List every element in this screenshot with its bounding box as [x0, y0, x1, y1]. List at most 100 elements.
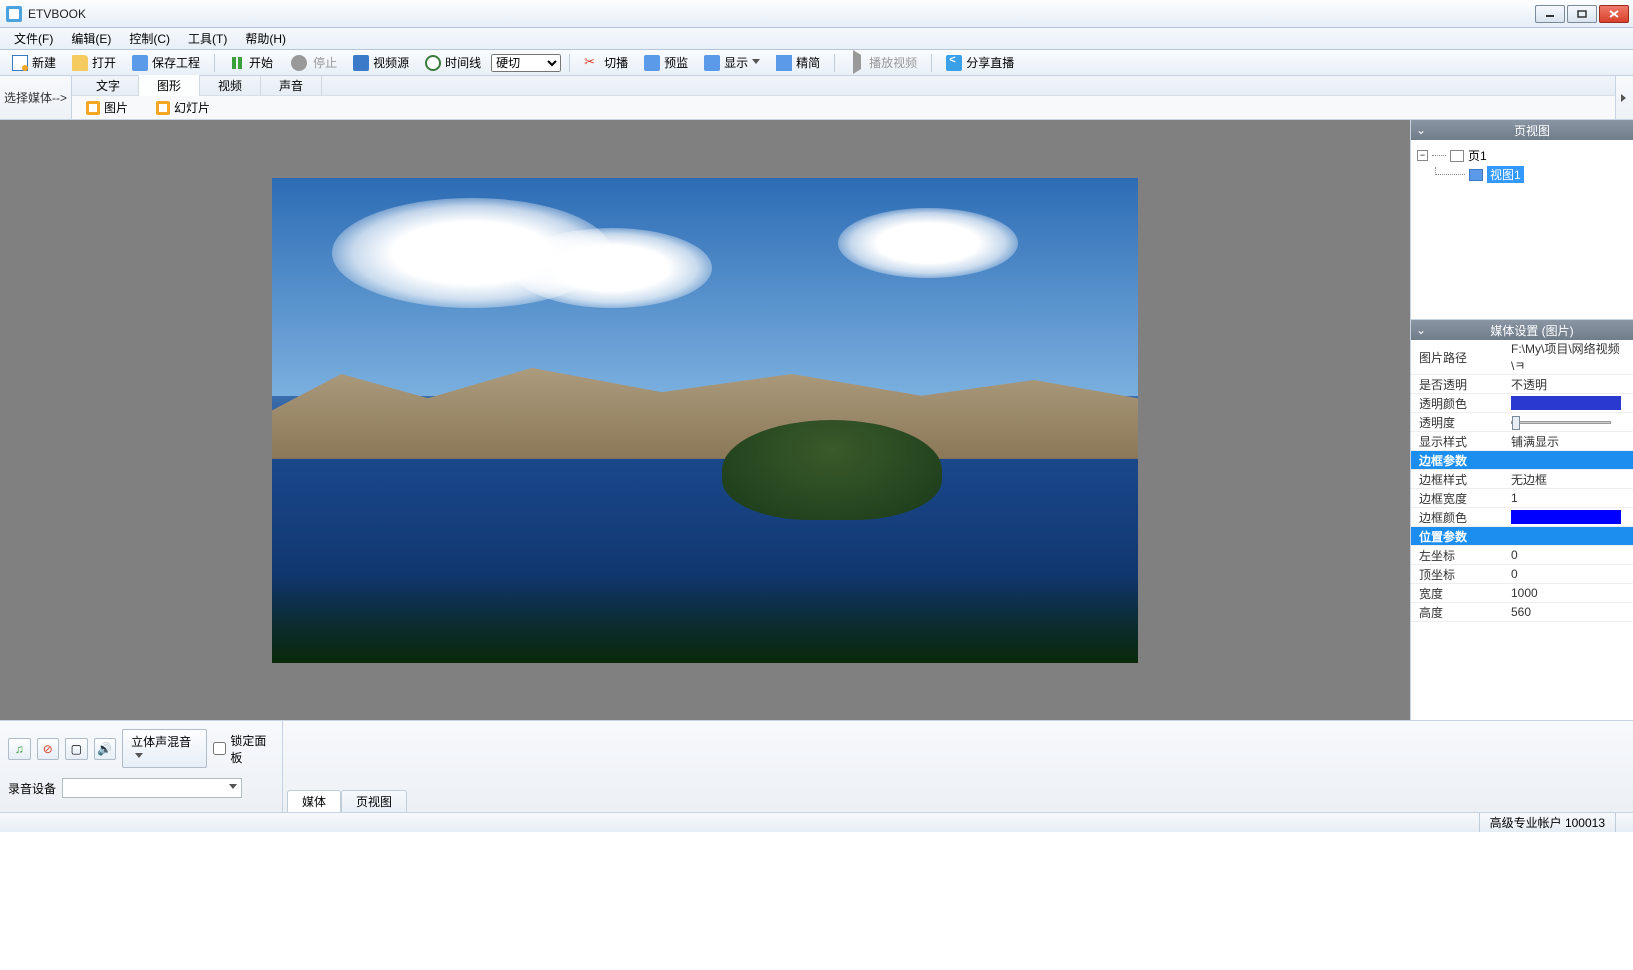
start-button[interactable]: 开始 [223, 52, 279, 73]
sub-slide-button[interactable]: 幻灯片 [150, 97, 216, 118]
right-column: ⌄ 页视图 − 页1 视图1 ⌄ 媒体设置 [1411, 120, 1633, 720]
media-expand-button[interactable] [1615, 76, 1633, 119]
menu-help[interactable]: 帮助(H) [237, 28, 294, 49]
tab-shape[interactable]: 图形 [139, 75, 200, 97]
tree-row-item[interactable]: 视图1 [1417, 165, 1627, 184]
sub-image-label: 图片 [104, 99, 128, 116]
save-label: 保存工程 [152, 54, 200, 71]
media-settings-title: 媒体设置 (图片) [1431, 322, 1633, 339]
audio-btn-4[interactable]: 🔊 [94, 738, 117, 760]
opacity-slider[interactable] [1511, 421, 1611, 424]
camera-icon [353, 55, 369, 71]
main-content: ⌄ 页视图 − 页1 视图1 ⌄ 媒体设置 [0, 120, 1633, 720]
title-bar: ETVBOOK [0, 0, 1633, 28]
prop-transparent-color[interactable]: 透明颜色 [1411, 394, 1633, 413]
list-icon [776, 55, 792, 71]
toolbar-separator [569, 54, 570, 72]
tree-row-root[interactable]: − 页1 [1417, 146, 1627, 165]
section-position: 位置参数 [1411, 527, 1633, 546]
compact-label: 精简 [796, 54, 820, 71]
prop-top[interactable]: 顶坐标0 [1411, 565, 1633, 584]
toolbar: 新建 打开 保存工程 开始 停止 视频源 时间线 硬切 切播 预监 显示 精简 … [0, 50, 1633, 76]
canvas-image[interactable] [272, 178, 1138, 663]
audio-btn-1[interactable]: ♫ [8, 738, 31, 760]
audio-btn-3[interactable]: ▢ [65, 738, 88, 760]
cut-button[interactable]: 切播 [578, 52, 634, 73]
prop-left[interactable]: 左坐标0 [1411, 546, 1633, 565]
lock-panel-input[interactable] [213, 742, 226, 755]
menu-bar: 文件(F) 编辑(E) 控制(C) 工具(T) 帮助(H) [0, 28, 1633, 50]
image-icon [86, 101, 100, 115]
play-icon [849, 55, 865, 71]
lock-panel-checkbox[interactable]: 锁定面板 [213, 732, 274, 766]
transition-select[interactable]: 硬切 [491, 54, 561, 72]
menu-tools[interactable]: 工具(T) [180, 28, 235, 49]
open-label: 打开 [92, 54, 116, 71]
slider-thumb[interactable] [1512, 416, 1520, 430]
record-device-select[interactable] [62, 778, 242, 798]
prop-image-path[interactable]: 图片路径F:\My\项目\网络视频\ㅋ [1411, 340, 1633, 375]
menu-file[interactable]: 文件(F) [6, 28, 61, 49]
clock-icon [425, 55, 441, 71]
compact-button[interactable]: 精简 [770, 52, 826, 73]
chevron-down-icon [229, 784, 237, 792]
save-icon [132, 55, 148, 71]
stop-button[interactable]: 停止 [283, 51, 343, 75]
bottom-tab-page-view[interactable]: 页视图 [341, 790, 407, 812]
tree-toggle-icon[interactable]: − [1417, 150, 1428, 161]
chevron-down-icon [752, 59, 760, 67]
new-label: 新建 [32, 54, 56, 71]
collapse-icon[interactable]: ⌄ [1411, 123, 1431, 137]
tab-text[interactable]: 文字 [78, 75, 139, 96]
prop-border-color[interactable]: 边框颜色 [1411, 508, 1633, 527]
play-icon [229, 55, 245, 71]
page-tree-body: − 页1 视图1 [1411, 140, 1633, 190]
prop-is-transparent[interactable]: 是否透明不透明 [1411, 375, 1633, 394]
image-icon [1469, 169, 1483, 181]
video-source-button[interactable]: 视频源 [347, 52, 415, 73]
tab-video[interactable]: 视频 [200, 75, 261, 96]
audio-btn-2[interactable]: ⊘ [37, 738, 60, 760]
prop-opacity[interactable]: 透明度 [1411, 413, 1633, 432]
new-button[interactable]: 新建 [6, 52, 62, 73]
save-project-button[interactable]: 保存工程 [126, 52, 206, 73]
bottom-tab-media[interactable]: 媒体 [287, 790, 341, 812]
prop-width[interactable]: 宽度1000 [1411, 584, 1633, 603]
share-live-label: 分享直播 [966, 54, 1014, 71]
page-tree-title: 页视图 [1431, 122, 1633, 139]
color-swatch [1511, 396, 1621, 410]
open-button[interactable]: 打开 [66, 52, 122, 73]
play-video-label: 播放视频 [869, 54, 917, 71]
stereo-mix-button[interactable]: 立体声混音 [122, 729, 207, 768]
collapse-icon[interactable]: ⌄ [1411, 323, 1431, 337]
maximize-button[interactable] [1567, 5, 1597, 23]
media-selector-bar: 选择媒体--> 文字 图形 视频 声音 图片 幻灯片 [0, 76, 1633, 120]
minimize-button[interactable] [1535, 5, 1565, 23]
audio-controls: ♫ ⊘ ▢ 🔊 立体声混音 锁定面板 录音设备 [0, 721, 283, 812]
menu-control[interactable]: 控制(C) [121, 28, 178, 49]
prop-border-style[interactable]: 边框样式无边框 [1411, 470, 1633, 489]
media-selector-label: 选择媒体--> [0, 76, 72, 119]
status-resize-grip[interactable] [1615, 813, 1633, 832]
sub-slide-label: 幻灯片 [174, 99, 210, 116]
menu-edit[interactable]: 编辑(E) [63, 28, 119, 49]
share-live-button[interactable]: 分享直播 [940, 52, 1020, 73]
media-settings-body: 图片路径F:\My\项目\网络视频\ㅋ 是否透明不透明 透明颜色 透明度 显示样… [1411, 340, 1633, 720]
display-button[interactable]: 显示 [698, 52, 766, 73]
tab-sound[interactable]: 声音 [261, 75, 322, 96]
bottom-panel: ♫ ⊘ ▢ 🔊 立体声混音 锁定面板 录音设备 媒体 页视图 [0, 720, 1633, 812]
speaker-icon: 🔊 [97, 742, 112, 756]
play-video-button[interactable]: 播放视频 [843, 52, 923, 73]
prop-height[interactable]: 高度560 [1411, 603, 1633, 622]
toolbar-separator [214, 54, 215, 72]
media-settings-panel: ⌄ 媒体设置 (图片) 图片路径F:\My\项目\网络视频\ㅋ 是否透明不透明 … [1411, 320, 1633, 720]
close-button[interactable] [1599, 5, 1629, 23]
canvas-area[interactable] [0, 120, 1411, 720]
preview-button[interactable]: 预监 [638, 52, 694, 73]
prop-display-style[interactable]: 显示样式铺满显示 [1411, 432, 1633, 451]
prop-border-width[interactable]: 边框宽度1 [1411, 489, 1633, 508]
timeline-button[interactable]: 时间线 [419, 52, 487, 73]
page-icon [1450, 150, 1464, 162]
display-label: 显示 [724, 54, 748, 71]
sub-image-button[interactable]: 图片 [80, 97, 134, 118]
